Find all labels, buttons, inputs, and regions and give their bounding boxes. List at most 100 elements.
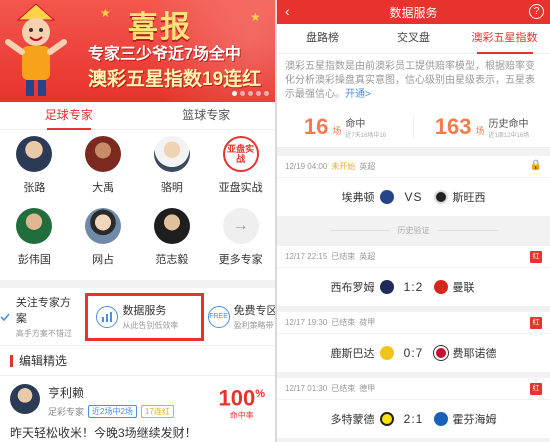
hit-rate-value: 100 bbox=[218, 385, 256, 411]
stat-unit: 场 bbox=[475, 126, 485, 136]
star-icon: ★ bbox=[100, 6, 111, 20]
editor-pick-post[interactable]: 亨利赖 足彩专家 近2场中2场 17连红 100% 命中率 昨天轻松收米！今晚3… bbox=[0, 376, 275, 442]
carousel-dot[interactable] bbox=[248, 91, 253, 96]
data-service-entry[interactable]: 数据服务 从此告别低效率 bbox=[85, 292, 204, 341]
away-crest-icon bbox=[433, 346, 448, 360]
hit-badge: 红 bbox=[530, 383, 542, 395]
home-team: 多特蒙德 bbox=[330, 414, 375, 426]
expert-item[interactable]: 大禹 bbox=[69, 136, 138, 204]
away-crest-icon bbox=[433, 412, 448, 426]
hit-badge: 红 bbox=[530, 317, 542, 329]
follow-plans-entry[interactable]: 关注专家方案高手方案不错过 bbox=[0, 294, 85, 339]
avatar bbox=[153, 208, 190, 244]
recent-hits: 16 场 命中 近7天16场中16 bbox=[277, 114, 413, 140]
author-role: 足彩专家 bbox=[48, 407, 85, 417]
carousel-dot[interactable] bbox=[240, 91, 245, 96]
match-time: 12/17 19:30 bbox=[285, 318, 328, 327]
service-title: 数据服务 bbox=[122, 305, 167, 317]
expert-item[interactable]: 范志毅 bbox=[138, 208, 207, 276]
data-service-screen: ‹ 数据服务 ? 盘路榜 交叉盘 澳彩五星指数 澳彩五星指数是由前澳彩员工提供赔… bbox=[277, 0, 550, 442]
avatar: 亚盘实战 bbox=[222, 136, 259, 172]
result-match-card[interactable]: 12/17 19:30 已结束 荷甲 红 鹿斯巴达 0:7 费耶诺德 bbox=[277, 312, 550, 372]
away-team: 斯旺西 bbox=[452, 192, 486, 204]
avatar bbox=[10, 384, 40, 414]
match-status: 已结束 bbox=[331, 384, 356, 393]
stat-value: 16 bbox=[303, 113, 329, 139]
service-subtitle: 高手方案不错过 bbox=[15, 329, 72, 338]
lock-icon: 🔒 bbox=[529, 160, 542, 171]
chart-icon bbox=[96, 305, 119, 328]
carousel-dot[interactable] bbox=[232, 91, 237, 96]
away-team: 费耶诺德 bbox=[452, 348, 497, 360]
result-match-card[interactable]: 12/17 01:30 已结束 德甲 红 多特蒙德 2:1 霍芬海姆 bbox=[277, 378, 550, 438]
index-intro: 澳彩五星指数是由前澳彩员工提供赔率模型，根据赔率变化分析澳彩操盘真实意图，信心级… bbox=[277, 54, 550, 106]
tab-football-experts[interactable]: 足球专家 bbox=[0, 102, 138, 130]
home-team: 埃弗顿 bbox=[341, 192, 375, 204]
free-icon: FREE bbox=[207, 305, 230, 328]
home-crest-icon bbox=[379, 412, 394, 426]
promo-banner[interactable]: ★ ★ 喜报 专家三少爷近7场全中 澳彩五星指数19连红 bbox=[0, 0, 275, 102]
service-subtitle: 盈利策略带 bbox=[233, 321, 274, 330]
versus: VS bbox=[404, 190, 423, 204]
post-author: 亨利赖 bbox=[48, 386, 85, 400]
away-crest-icon bbox=[433, 280, 448, 294]
expert-category-tabs: 足球专家 篮球专家 bbox=[0, 102, 275, 130]
stat-label: 命中 bbox=[345, 118, 366, 130]
expert-item[interactable]: 亚盘实战 亚盘实战 bbox=[206, 136, 275, 204]
avatar bbox=[153, 136, 190, 172]
tab-basketball-experts[interactable]: 篮球专家 bbox=[138, 102, 276, 129]
streak-tag: 17连红 bbox=[140, 405, 174, 418]
avatar bbox=[85, 208, 122, 244]
stat-label: 历史命中 bbox=[488, 118, 529, 130]
data-tabs: 盘路榜 交叉盘 澳彩五星指数 bbox=[277, 24, 550, 54]
banner-headline-1: 专家三少爷近7场全中 bbox=[88, 46, 241, 63]
expert-item[interactable]: 网占 bbox=[69, 208, 138, 276]
back-arrow-icon[interactable]: ‹ bbox=[285, 3, 290, 19]
editor-picks-title: 编辑精选 bbox=[0, 346, 275, 376]
mascot-illustration bbox=[5, 3, 67, 96]
tab-handicap-ranking[interactable]: 盘路榜 bbox=[277, 24, 368, 53]
intro-text: 澳彩五星指数是由前澳彩员工提供赔率模型，根据赔率变化分析澳彩操盘真实意图，信心级… bbox=[285, 61, 535, 100]
history-hits: 163 场 历史命中 近1周12中16场 bbox=[414, 114, 550, 140]
home-crest-icon bbox=[379, 190, 394, 204]
stat-value: 163 bbox=[434, 113, 472, 139]
hit-stats: 16 场 命中 近7天16场中16 163 场 历史命中 近1周12中16场 bbox=[277, 106, 550, 148]
tab-five-star-index[interactable]: 澳彩五星指数 bbox=[459, 24, 550, 54]
help-icon[interactable]: ? bbox=[529, 4, 544, 19]
expert-name: 大禹 bbox=[92, 182, 115, 194]
match-time: 12/19 04:00 bbox=[285, 162, 328, 171]
match-status: 未开始 bbox=[331, 162, 356, 171]
match-time: 12/17 01:30 bbox=[285, 384, 328, 393]
match-status: 已结束 bbox=[331, 318, 356, 327]
free-zone-entry[interactable]: FREE 免费专区 盈利策略带 bbox=[204, 302, 275, 331]
match-league: 荷甲 bbox=[359, 318, 376, 327]
away-team: 霍芬海姆 bbox=[452, 414, 497, 426]
service-title: 关注专家方案 bbox=[15, 297, 71, 325]
expert-name: 亚盘实战 bbox=[218, 182, 263, 194]
expert-name: 张路 bbox=[23, 182, 46, 194]
home-crest-icon bbox=[379, 280, 394, 294]
subscribe-link[interactable]: 开通> bbox=[345, 89, 371, 100]
away-crest-icon bbox=[433, 190, 448, 204]
nav-header: ‹ 数据服务 ? bbox=[277, 0, 550, 24]
expert-item[interactable]: 张路 bbox=[0, 136, 69, 204]
expert-item[interactable]: 彭伟国 bbox=[0, 208, 69, 276]
carousel-dots[interactable] bbox=[232, 91, 269, 96]
result-match-card[interactable]: 12/17 22:15 已结束 英超 红 西布罗姆 1:2 曼联 bbox=[277, 246, 550, 306]
stat-unit: 场 bbox=[332, 126, 342, 136]
more-experts-item[interactable]: → 更多专家 bbox=[206, 208, 275, 276]
carousel-dot[interactable] bbox=[256, 91, 261, 96]
match-league: 英超 bbox=[359, 252, 376, 261]
check-icon bbox=[0, 311, 12, 323]
arrow-right-icon: → bbox=[222, 208, 259, 244]
tab-cross-handicap[interactable]: 交叉盘 bbox=[368, 24, 459, 53]
avatar bbox=[16, 208, 53, 244]
carousel-dot[interactable] bbox=[264, 91, 269, 96]
upcoming-match-card[interactable]: 12/19 04:00 未开始 英超 🔒 埃弗顿 VS 斯旺西 bbox=[277, 156, 550, 216]
home-team: 西布罗姆 bbox=[330, 282, 375, 294]
expert-item[interactable]: 骆明 bbox=[138, 136, 207, 204]
match-league: 德甲 bbox=[359, 384, 376, 393]
home-crest-icon bbox=[379, 346, 394, 360]
post-text: 昨天轻松收米！今晚3场继续发财！ bbox=[10, 426, 197, 440]
home-team: 鹿斯巴达 bbox=[330, 348, 375, 360]
